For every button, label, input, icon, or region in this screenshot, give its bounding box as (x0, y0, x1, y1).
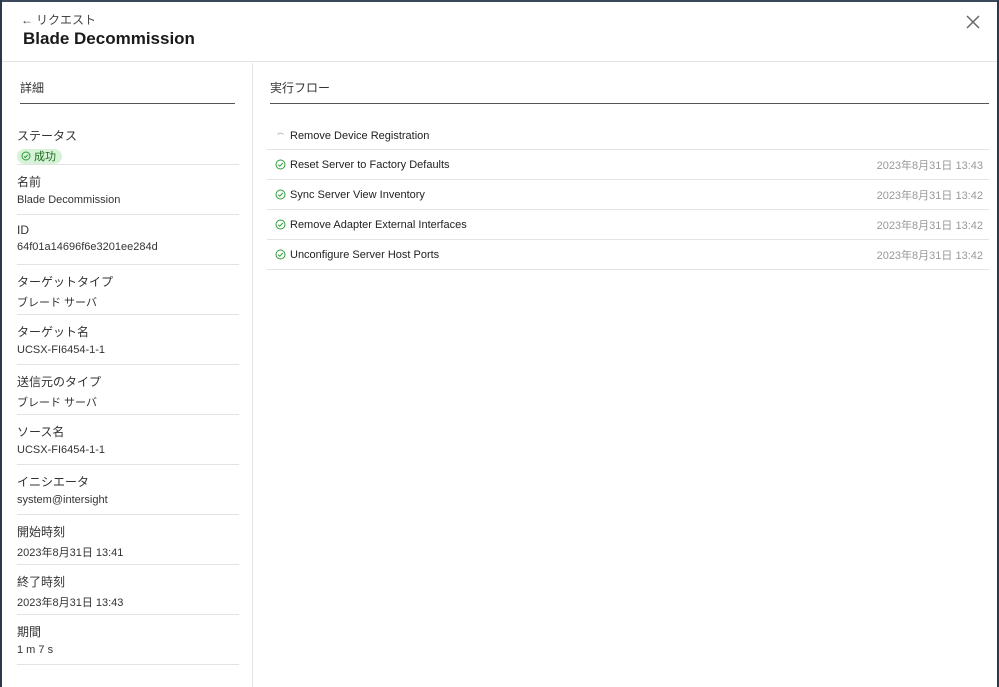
step-time: 2023年8月31日 13:42 (876, 189, 983, 202)
field-label: ターゲット名 (17, 325, 90, 339)
field-label: 名前 (17, 175, 42, 189)
field-value: 2023年8月31日 13:41 (17, 547, 124, 559)
field-label: 終了時刻 (17, 575, 66, 589)
field-target-type: ターゲットタイプ ブレード サーバ (17, 265, 239, 315)
field-source-name: ソース名 UCSX-FI6454-1-1 (17, 415, 239, 465)
execution-step[interactable]: Remove Device Registration (267, 123, 989, 150)
execution-step[interactable]: Sync Server View Inventory 2023年8月31日 13… (267, 180, 989, 210)
field-value: system@intersight (17, 494, 108, 506)
status-badge-label: 成功 (34, 151, 56, 163)
step-name: Reset Server to Factory Defaults (290, 158, 450, 171)
execution-step-list: Remove Device Registration Reset Server … (267, 123, 989, 270)
field-value: UCSX-FI6454-1-1 (17, 344, 106, 356)
field-target-name: ターゲット名 UCSX-FI6454-1-1 (17, 315, 239, 365)
check-circle-icon (275, 159, 286, 170)
details-heading: 詳細 (20, 81, 45, 95)
field-value: UCSX-FI6454-1-1 (17, 444, 106, 456)
field-value: 2023年8月31日 13:43 (17, 597, 124, 609)
step-time: 2023年8月31日 13:42 (876, 249, 983, 262)
field-label: ステータス (17, 129, 78, 143)
check-circle-icon (275, 219, 286, 230)
step-name: Sync Server View Inventory (290, 188, 425, 201)
back-link[interactable]: ← リクエスト (21, 11, 96, 28)
field-label: ID (17, 223, 29, 237)
field-initiator: イニシエータ system@intersight (17, 465, 239, 515)
field-value: 64f01a14696f6e3201ee284d (17, 241, 158, 253)
details-field-list: ステータス 成功 名前 Blade Decommission ID 64f01a… (17, 125, 239, 665)
field-value: Blade Decommission (17, 194, 121, 206)
step-name: Remove Device Registration (290, 130, 430, 142)
check-circle-icon (275, 189, 286, 200)
back-link-label: リクエスト (36, 13, 97, 27)
page-title: Blade Decommission (23, 29, 195, 48)
spinner-icon (277, 132, 284, 135)
execution-flow-heading: 実行フロー (270, 81, 331, 95)
field-id: ID 64f01a14696f6e3201ee284d (17, 215, 239, 265)
execution-step[interactable]: Reset Server to Factory Defaults 2023年8月… (267, 150, 989, 180)
field-value: 1 m 7 s (17, 644, 54, 656)
field-value: ブレード サーバ (17, 297, 97, 309)
details-heading-rule (20, 103, 235, 104)
field-value: ブレード サーバ (17, 397, 97, 409)
execution-flow-heading-rule (270, 103, 989, 104)
field-label: 開始時刻 (17, 525, 66, 539)
execution-flow-panel: 実行フロー Remove Device Registration Reset S… (254, 63, 997, 687)
close-button[interactable] (963, 12, 983, 32)
check-circle-icon (275, 249, 286, 260)
field-label: ターゲットタイプ (17, 275, 114, 289)
field-name: 名前 Blade Decommission (17, 165, 239, 215)
field-label: 送信元のタイプ (17, 375, 102, 389)
status-badge: 成功 (17, 148, 62, 164)
details-panel: 詳細 ステータス 成功 名前 Blade Decommission ID 64f… (2, 63, 253, 687)
field-end-time: 終了時刻 2023年8月31日 13:43 (17, 565, 239, 615)
field-start-time: 開始時刻 2023年8月31日 13:41 (17, 515, 239, 565)
field-label: イニシエータ (17, 475, 90, 489)
dialog-header: ← リクエスト Blade Decommission (2, 2, 997, 62)
step-time: 2023年8月31日 13:43 (876, 159, 983, 172)
step-time: 2023年8月31日 13:42 (876, 219, 983, 232)
execution-step[interactable]: Remove Adapter External Interfaces 2023年… (267, 210, 989, 240)
field-source-type: 送信元のタイプ ブレード サーバ (17, 365, 239, 415)
arrow-left-icon: ← (21, 12, 33, 27)
execution-step[interactable]: Unconfigure Server Host Ports 2023年8月31日… (267, 240, 989, 270)
field-duration: 期間 1 m 7 s (17, 615, 239, 665)
field-label: ソース名 (17, 425, 65, 439)
step-name: Remove Adapter External Interfaces (290, 218, 467, 231)
step-name: Unconfigure Server Host Ports (290, 248, 440, 261)
check-circle-icon (21, 151, 31, 161)
field-label: 期間 (17, 625, 42, 639)
close-icon (966, 15, 980, 29)
field-status: ステータス 成功 (17, 125, 239, 165)
